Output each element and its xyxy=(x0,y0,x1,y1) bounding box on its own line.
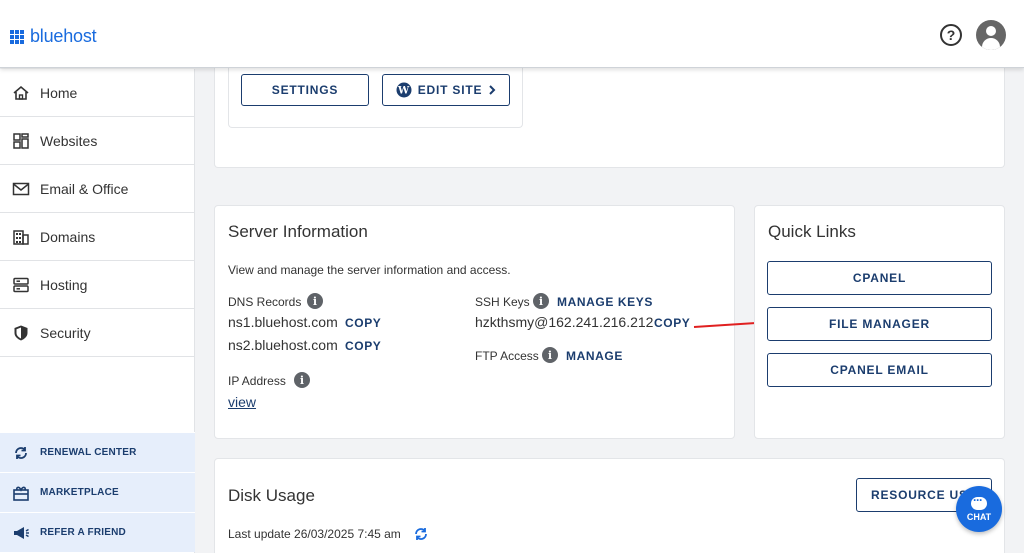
sidebar-sub-label: REFER A FRIEND xyxy=(40,527,126,538)
last-update-text: Last update 26/03/2025 7:45 am xyxy=(228,527,401,541)
sidebar-item-security[interactable]: Security xyxy=(0,309,194,357)
building-icon xyxy=(12,228,30,246)
top-header: bluehost ? xyxy=(0,0,1024,68)
copy-ssh-button[interactable]: COPY xyxy=(654,316,690,330)
sidebar-item-label: Home xyxy=(40,84,78,101)
gift-icon xyxy=(13,486,29,501)
sidebar-sub-label: RENEWAL CENTER xyxy=(40,447,137,458)
ssh-value: hzkthsmy@162.241.216.212 xyxy=(475,314,654,330)
settings-button-label: SETTINGS xyxy=(271,83,339,97)
copy-ns2-button[interactable]: COPY xyxy=(345,339,381,353)
ssh-info-icon[interactable]: i xyxy=(533,293,549,309)
edit-site-button[interactable]: W EDIT SITE xyxy=(382,74,510,106)
ns1-value: ns1.bluehost.com xyxy=(228,314,338,330)
server-information-description: View and manage the server information a… xyxy=(228,263,511,277)
refresh-icon[interactable] xyxy=(412,525,430,543)
sidebar-sub-nav: RENEWAL CENTER MARKETPLACE REFER A FRIEN… xyxy=(0,432,195,552)
manage-ftp-button[interactable]: MANAGE xyxy=(566,349,623,363)
edit-site-label: EDIT SITE xyxy=(417,83,483,97)
svg-text:W: W xyxy=(397,86,410,97)
question-circle-icon[interactable]: ? xyxy=(940,24,962,46)
bluehost-logo[interactable]: bluehost xyxy=(10,26,97,47)
sidebar-item-label: Domains xyxy=(40,228,96,245)
user-avatar-icon[interactable] xyxy=(976,20,1006,50)
sidebar: Home Websites Email & Office Domains Hos… xyxy=(0,69,195,553)
chevron-right-icon xyxy=(489,85,496,95)
cpanel-email-button-label: CPANEL EMAIL xyxy=(830,363,929,377)
sidebar-item-websites[interactable]: Websites xyxy=(0,117,194,165)
logo-text: bluehost xyxy=(30,26,97,46)
sidebar-item-domains[interactable]: Domains xyxy=(0,213,194,261)
sidebar-item-label: Websites xyxy=(40,132,98,149)
quick-links-title: Quick Links xyxy=(768,222,856,241)
ftp-info-icon[interactable]: i xyxy=(542,347,558,363)
server-information-card: Server Information View and manage the s… xyxy=(214,205,735,439)
dns-records-label: DNS Records xyxy=(228,295,302,309)
disk-usage-title: Disk Usage xyxy=(228,486,315,505)
server-icon xyxy=(12,276,30,294)
cpanel-button[interactable]: CPANEL xyxy=(767,261,992,295)
sidebar-sub-label: MARKETPLACE xyxy=(40,487,119,498)
file-manager-button-label: FILE MANAGER xyxy=(829,317,930,331)
chat-label: CHAT xyxy=(966,511,992,522)
websites-icon xyxy=(12,132,30,150)
envelope-icon xyxy=(12,180,30,198)
sidebar-item-marketplace[interactable]: MARKETPLACE xyxy=(0,472,195,512)
shield-icon xyxy=(12,324,30,342)
ip-address-label: IP Address xyxy=(228,374,286,388)
sidebar-item-label: Security xyxy=(40,324,91,341)
sidebar-item-home[interactable]: Home xyxy=(0,69,194,117)
sidebar-item-renewal-center[interactable]: RENEWAL CENTER xyxy=(0,432,195,472)
sidebar-item-label: Hosting xyxy=(40,276,88,293)
renew-icon xyxy=(15,446,27,459)
sidebar-item-refer-a-friend[interactable]: REFER A FRIEND xyxy=(0,512,195,552)
file-manager-button[interactable]: FILE MANAGER xyxy=(767,307,992,341)
dns-info-icon[interactable]: i xyxy=(307,293,323,309)
ns2-value: ns2.bluehost.com xyxy=(228,337,338,353)
sidebar-item-email-office[interactable]: Email & Office xyxy=(0,165,194,213)
chat-button[interactable]: CHAT xyxy=(956,486,1002,532)
ssh-keys-label: SSH Keys xyxy=(475,295,530,309)
server-information-title: Server Information xyxy=(228,222,368,241)
megaphone-icon xyxy=(14,526,29,539)
ip-view-link[interactable]: view xyxy=(228,394,256,410)
disk-usage-card: Disk Usage Last update 26/03/2025 7:45 a… xyxy=(214,458,1005,553)
ftp-access-label: FTP Access xyxy=(475,349,539,363)
sidebar-item-hosting[interactable]: Hosting xyxy=(0,261,194,309)
settings-button[interactable]: SETTINGS xyxy=(241,74,369,106)
cpanel-button-label: CPANEL xyxy=(852,271,907,285)
manage-keys-button[interactable]: MANAGE KEYS xyxy=(557,295,653,309)
home-icon xyxy=(12,84,30,102)
sidebar-item-label: Email & Office xyxy=(40,180,129,197)
quick-links-card: Quick Links CPANEL FILE MANAGER CPANEL E… xyxy=(754,205,1005,439)
ip-info-icon[interactable]: i xyxy=(294,372,310,388)
wordpress-icon: W xyxy=(396,82,412,98)
cpanel-email-button[interactable]: CPANEL EMAIL xyxy=(767,353,992,387)
site-overview-card: SETTINGS W EDIT SITE xyxy=(214,56,1005,168)
copy-ns1-button[interactable]: COPY xyxy=(345,316,381,330)
logo-grid-icon xyxy=(10,29,24,44)
chat-bubble-icon xyxy=(971,493,987,510)
